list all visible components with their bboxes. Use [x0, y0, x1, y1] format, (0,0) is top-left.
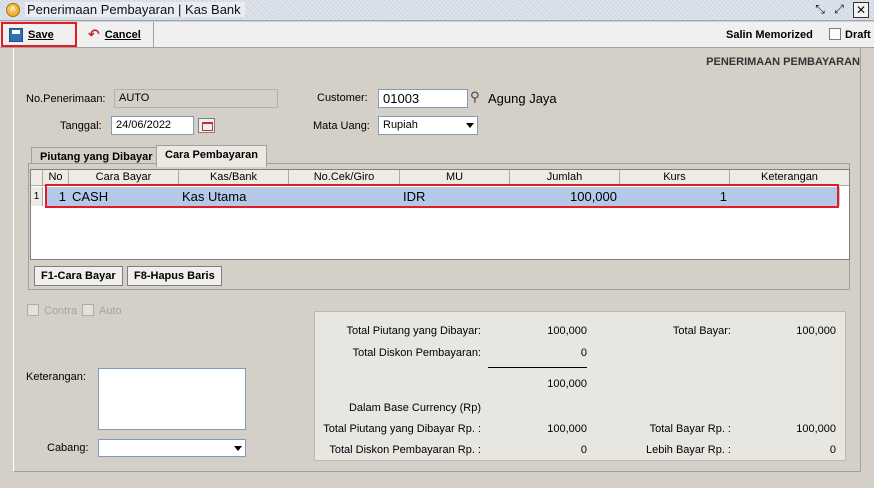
chevron-down-icon — [234, 446, 242, 451]
main-panel: PENERIMAAN PEMBAYARAN No.Penerimaan: AUT… — [13, 48, 861, 472]
no-penerimaan-field: AUTO — [114, 89, 278, 108]
subtotal-value: 100,000 — [547, 378, 587, 390]
restore-icon[interactable]: ⤡ — [812, 2, 828, 18]
total-diskon-rp-label: Total Diskon Pembayaran Rp. : — [329, 444, 481, 456]
contra-checkbox[interactable] — [27, 304, 39, 316]
table-row[interactable]: 1 1 CASH Kas Utama IDR 100,000 1 — [31, 184, 849, 208]
draft-checkbox[interactable] — [829, 28, 841, 40]
search-icon[interactable]: ⚲ — [470, 90, 486, 106]
cara-bayar-button[interactable]: F1-Cara Bayar — [34, 266, 123, 286]
payment-grid: No Cara Bayar Kas/Bank No.Cek/Giro MU Ju… — [30, 169, 850, 260]
lebih-bayar-rp-label: Lebih Bayar Rp. : — [646, 444, 731, 456]
customer-label: Customer: — [317, 92, 368, 104]
no-penerimaan-label: No.Penerimaan: — [26, 93, 106, 105]
close-icon[interactable]: ✕ — [853, 2, 869, 18]
section-title: PENERIMAAN PEMBAYARAN — [706, 56, 860, 68]
toolbar: Save ↶ Cancel Salin Memorized Draft — [0, 22, 874, 48]
total-bayar-value: 100,000 — [796, 325, 836, 337]
save-label: Save — [28, 28, 54, 41]
salin-memorized-button[interactable]: Salin Memorized — [726, 29, 813, 41]
grid-corner — [31, 170, 43, 186]
tab-cara-pembayaran-label: Cara Pembayaran — [165, 149, 258, 161]
total-piutang-rp-value: 100,000 — [547, 423, 587, 435]
window-title: Penerimaan Pembayaran | Kas Bank — [25, 2, 245, 17]
tab-cara-pembayaran[interactable]: Cara Pembayaran — [156, 145, 267, 167]
save-button[interactable]: Save — [1, 22, 77, 47]
tab-content: No Cara Bayar Kas/Bank No.Cek/Giro MU Ju… — [28, 163, 850, 290]
total-piutang-value: 100,000 — [547, 325, 587, 337]
mata-uang-label: Mata Uang: — [313, 120, 370, 132]
total-piutang-label: Total Piutang yang Dibayar: — [346, 325, 481, 337]
app-logo-icon: ^ — [6, 3, 20, 17]
summary-panel: Total Piutang yang Dibayar: 100,000 Tota… — [314, 311, 846, 461]
total-piutang-rp-label: Total Piutang yang Dibayar Rp. : — [323, 423, 481, 435]
hapus-baris-button[interactable]: F8-Hapus Baris — [127, 266, 222, 286]
floppy-disk-icon — [9, 27, 23, 42]
cabang-select[interactable] — [98, 439, 246, 457]
mata-uang-value: Rupiah — [383, 119, 418, 131]
total-bayar-rp-value: 100,000 — [796, 423, 836, 435]
mata-uang-select[interactable]: Rupiah — [378, 116, 478, 135]
sum-divider — [488, 367, 587, 368]
total-bayar-label: Total Bayar: — [672, 325, 731, 337]
row-marker: 1 — [31, 187, 43, 206]
cabang-label: Cabang: — [47, 442, 89, 454]
cancel-label: Cancel — [104, 28, 141, 41]
tanggal-label: Tanggal: — [60, 120, 102, 132]
calendar-icon[interactable] — [198, 118, 215, 133]
keterangan-textarea[interactable] — [98, 368, 246, 430]
row-highlight-box — [45, 184, 839, 208]
undo-arrow-icon: ↶ — [88, 26, 100, 43]
maximize-icon[interactable]: ⤢ — [831, 2, 847, 18]
keterangan-label: Keterangan: — [26, 371, 86, 383]
tanggal-field[interactable]: 24/06/2022 — [111, 116, 194, 135]
total-diskon-value: 0 — [580, 347, 587, 359]
contra-label: Contra — [44, 305, 78, 317]
lebih-bayar-rp-value: 0 — [829, 444, 836, 456]
customer-name: Agung Jaya — [488, 91, 557, 106]
auto-label: Auto — [99, 305, 122, 317]
tab-piutang-label: Piutang yang Dibayar — [40, 151, 153, 163]
total-diskon-rp-value: 0 — [580, 444, 587, 456]
auto-checkbox[interactable] — [82, 304, 94, 316]
total-diskon-label: Total Diskon Pembayaran: — [352, 347, 481, 359]
chevron-down-icon — [466, 123, 474, 128]
cancel-button[interactable]: ↶ Cancel — [82, 22, 154, 47]
customer-code-field[interactable]: 01003 — [378, 89, 468, 108]
title-bar: ^ Penerimaan Pembayaran | Kas Bank ⤡ ⤢ ✕ — [0, 0, 874, 21]
total-bayar-rp-label: Total Bayar Rp. : — [649, 423, 731, 435]
base-currency-label: Dalam Base Currency (Rp) — [348, 402, 481, 414]
draft-label: Draft — [845, 29, 871, 41]
